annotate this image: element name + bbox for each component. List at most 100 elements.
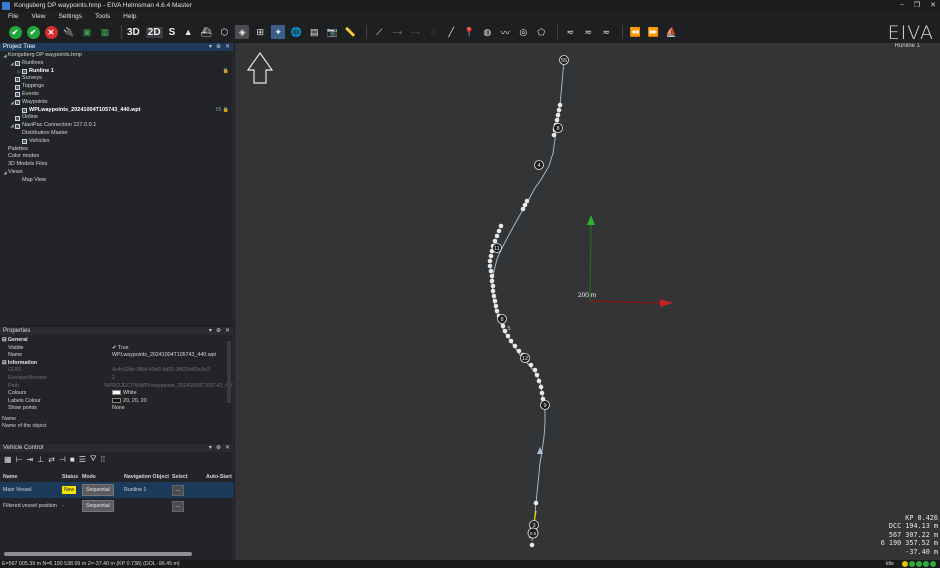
mode-button[interactable]: Sequential [82,500,114,512]
waypoint-dot[interactable] [533,500,539,506]
property-value[interactable]: ✔ True [112,345,129,353]
property-value[interactable]: None [112,405,125,413]
waypoint-dot[interactable] [489,273,495,279]
monitor-icon[interactable]: ▣ [80,25,94,39]
waypoint-route[interactable]: 5584118512930.5 [487,55,569,548]
col-mode[interactable]: Mode [82,473,124,482]
property-row[interactable]: Labels Colour 20, 20, 20 [0,398,233,406]
tree-item[interactable]: ✓ Surveys [0,75,233,83]
tree-item[interactable]: Palettes [0,146,233,154]
layer-icon[interactable]: ◈ [235,25,250,39]
visibility-checkbox[interactable]: ✓ [15,84,20,90]
tree-item[interactable]: ✓ Vehicles [0,138,233,146]
line-icon[interactable]: ╱ [444,25,458,39]
vessel-icon[interactable]: ⛴ [199,25,213,39]
waypoint-dot[interactable] [528,362,534,368]
tree-item[interactable]: Distribution Master [0,130,233,138]
tree-item[interactable]: ✓ Toppings [0,83,233,91]
waypoint-dot[interactable] [539,390,545,396]
visibility-checkbox[interactable]: ✓ [15,115,20,121]
profile-2-icon[interactable]: ≂ [581,25,595,39]
col-navigation-object[interactable]: Navigation Object [124,473,172,482]
waypoint-marker[interactable]: 9 [540,400,550,410]
waypoint-dot[interactable] [490,288,496,294]
restore-icon[interactable]: ❐ [914,0,920,11]
filter-icon[interactable]: ⛛ [90,454,97,464]
tree-item[interactable]: ▷ ✓ Runline 1 🔒 [0,68,233,76]
polyline-icon[interactable]: 〰 [498,25,512,39]
visibility-checkbox[interactable]: ✓ [22,139,27,145]
coastline-icon[interactable]: ✦ [271,25,286,39]
tree-item[interactable]: ✓ Events [0,91,233,99]
menu-settings[interactable]: Settings [58,13,82,20]
waypoint-dot[interactable] [489,278,495,284]
select-button[interactable]: ... [172,501,185,512]
col-select[interactable]: Select [172,473,206,482]
waypoint-dot[interactable] [494,233,500,239]
waypoint-dot[interactable] [554,117,560,123]
waypoint-dot[interactable] [494,308,500,314]
tree-item[interactable]: ◢ Views [0,169,233,177]
accept-icon[interactable]: ✔ [8,25,22,39]
property-value[interactable]: 4c4c52de-9f5d-49e0-9d55-3f432e63e3e3 [112,367,210,375]
route-dashed-icon[interactable]: ⤍ [390,25,404,39]
tree-item[interactable]: Map View [0,177,233,185]
waypoint-dot[interactable] [500,323,506,329]
circle-disabled-icon[interactable]: ○ [426,25,440,39]
pin-icon[interactable]: 📍 [462,25,476,39]
waypoint-dot[interactable] [490,283,496,289]
property-value[interactable]: 2 [112,375,115,383]
property-row[interactable]: Visible ✔ True [0,345,233,353]
menu-file[interactable]: File [8,13,18,20]
connect-plug-icon[interactable]: 🔌 [62,25,76,39]
property-value[interactable]: White [112,390,137,398]
close-panel-icon[interactable]: ✕ [225,327,230,335]
property-value[interactable]: 20, 20, 20 [112,398,147,406]
minimize-icon[interactable]: − [900,0,904,11]
tree-item[interactable]: ✓ Online [0,114,233,122]
close-panel-icon[interactable]: ✕ [225,444,230,452]
property-row[interactable]: GUID 4c4c52de-9f5d-49e0-9d55-3f432e63e3e3 [0,367,233,375]
waypoint-marker[interactable]: 12 [520,353,530,363]
polygon-icon[interactable]: ⬠ [534,25,548,39]
camera-icon[interactable]: 📷 [325,25,339,39]
close-panel-icon[interactable]: ✕ [225,43,230,51]
property-row[interactable]: RevisionNumber 2 [0,375,233,383]
route-disabled-icon[interactable]: ⤍ [408,25,422,39]
map-view[interactable]: 200 m 55 8 4 11 8 5 12 9 3 0.5 Runline 1 KP 0.426… [235,43,940,560]
waypoint-dot[interactable] [556,107,562,113]
visibility-checkbox[interactable]: ✓ [22,107,27,113]
waypoint-marker[interactable]: 55 [559,55,569,65]
auto-start-cell[interactable] [206,498,234,514]
waypoint-marker[interactable]: 4 [534,160,544,170]
vehicle-table-scrollbar[interactable] [4,552,192,556]
col-auto-start[interactable]: Auto-Start [206,473,234,482]
runline-end-icon[interactable]: ⊣ [59,455,66,464]
waypoint-marker[interactable]: 8 [553,123,563,133]
visibility-checkbox[interactable]: ✓ [15,76,20,82]
stop-icon[interactable]: ■ [70,455,75,464]
select-button[interactable]: ... [172,485,185,496]
property-row[interactable]: Path %PROJECT%\WPLwaypoints_20241004T1057… [0,383,233,391]
pin-panel-icon[interactable]: ⊕ [216,327,221,335]
properties-scrollbar[interactable] [227,341,231,403]
grid-dots-icon[interactable]: ⁞⁞ [101,455,105,464]
mode-3d-button[interactable]: 3D [127,27,140,38]
menu-tools[interactable]: Tools [95,13,110,20]
ruler-icon[interactable]: 📏 [343,25,357,39]
waypoint-dot[interactable] [522,202,528,208]
waypoint-dot[interactable] [536,378,542,384]
tree-item[interactable]: ◢ ✓ Waypoints [0,99,233,107]
property-section[interactable]: ⊟ Information [0,360,233,368]
rewind-icon[interactable]: ⏪ [628,25,642,39]
fast-forward-icon[interactable]: ⏩ [646,25,660,39]
tree-item[interactable]: 3D Models Files [0,161,233,169]
dropdown-icon[interactable]: ▾ [209,444,212,452]
property-row[interactable]: Colours White [0,390,233,398]
property-row[interactable]: Show points None [0,405,233,413]
waypoint-dot[interactable] [538,384,544,390]
north-arrow-icon[interactable]: ▲ [181,25,195,39]
profile-3-icon[interactable]: ≂ [599,25,613,39]
cube-icon[interactable]: ⬡ [217,25,231,39]
menu-view[interactable]: View [31,13,45,20]
